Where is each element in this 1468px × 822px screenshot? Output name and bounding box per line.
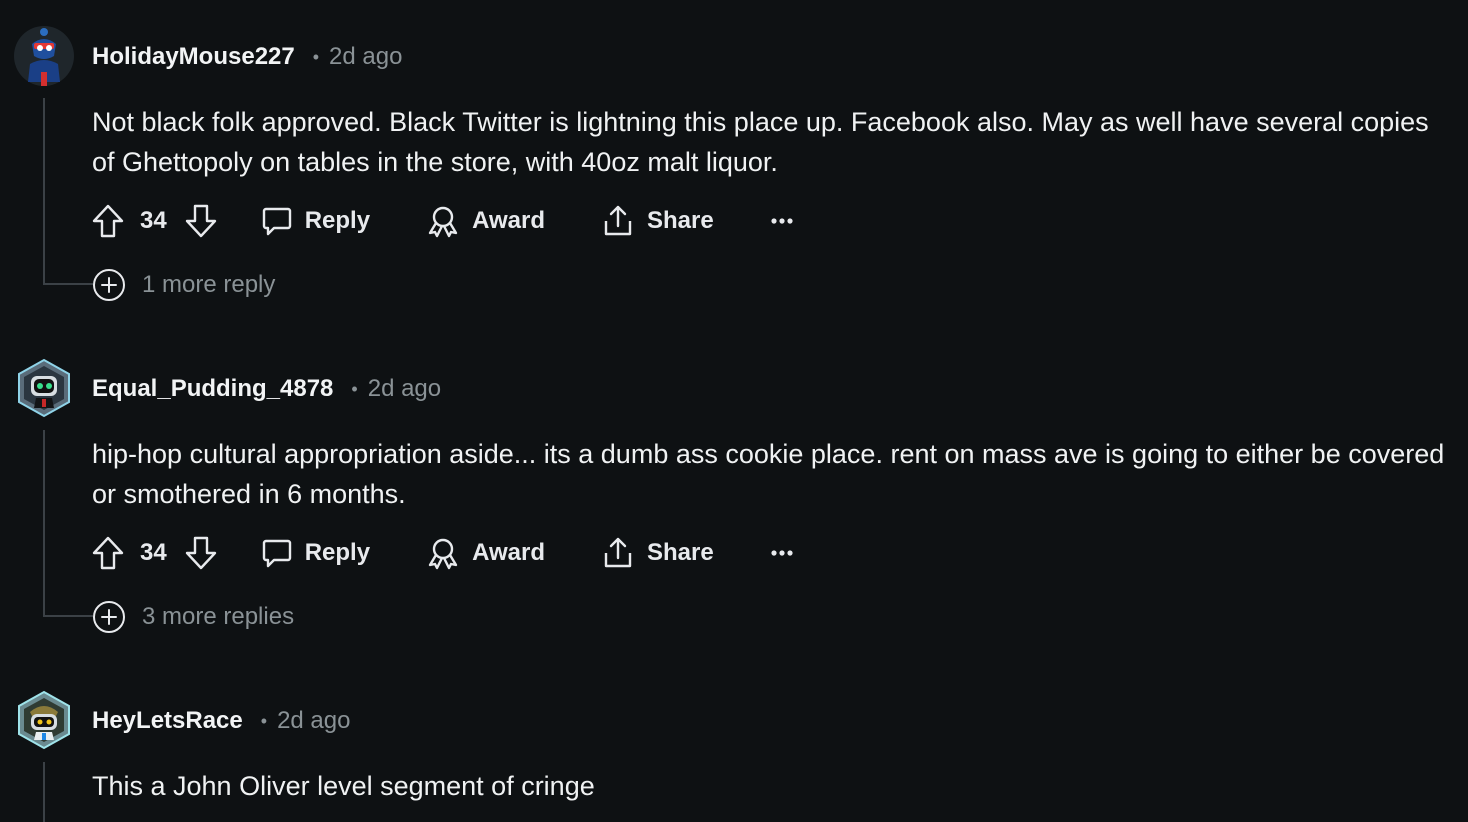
comment-icon bbox=[262, 539, 291, 568]
award-label: Award bbox=[472, 539, 545, 566]
username[interactable]: HeyLetsRace bbox=[92, 707, 243, 735]
vote-count: 34 bbox=[140, 207, 167, 234]
downvote-icon bbox=[185, 536, 216, 570]
more-replies-label: 3 more replies bbox=[142, 603, 295, 630]
more-options-icon bbox=[771, 218, 793, 224]
timestamp[interactable]: 2d ago bbox=[368, 375, 441, 403]
downvote-button[interactable] bbox=[185, 204, 217, 238]
comment-meta: HeyLetsRace • 2d ago bbox=[92, 706, 350, 736]
award-button[interactable]: Award bbox=[426, 204, 545, 238]
meta-separator: • bbox=[312, 46, 320, 67]
reply-label: Reply bbox=[304, 207, 371, 234]
expand-plus-icon bbox=[93, 601, 125, 633]
share-label: Share bbox=[646, 539, 714, 566]
upvote-button[interactable] bbox=[92, 536, 124, 570]
downvote-icon bbox=[185, 204, 216, 238]
share-label: Share bbox=[646, 207, 714, 234]
avatar[interactable] bbox=[14, 358, 74, 418]
timestamp[interactable]: 2d ago bbox=[277, 707, 350, 735]
meta-separator: • bbox=[351, 378, 358, 399]
thread-line[interactable] bbox=[43, 430, 45, 617]
comment-meta: HolidayMouse227 • 2d ago bbox=[92, 42, 402, 72]
thread-line-elbow bbox=[43, 615, 93, 617]
comment-meta: Equal_Pudding_4878 • 2d ago bbox=[92, 374, 441, 404]
award-button[interactable]: Award bbox=[426, 536, 545, 570]
vote-count: 34 bbox=[140, 539, 167, 566]
comment-icon bbox=[262, 207, 291, 236]
meta-separator: • bbox=[260, 710, 268, 731]
reply-button[interactable]: Reply bbox=[261, 537, 370, 569]
comment-body: hip-hop cultural appropriation aside... … bbox=[92, 439, 1445, 509]
username[interactable]: Equal_Pudding_4878 bbox=[92, 375, 333, 403]
more-options-button[interactable] bbox=[770, 217, 794, 225]
comment-actions: 34 Reply Award Share bbox=[92, 201, 794, 241]
avatar[interactable] bbox=[14, 690, 74, 750]
upvote-icon bbox=[92, 204, 124, 238]
upvote-icon bbox=[92, 536, 124, 570]
share-icon bbox=[604, 205, 632, 236]
downvote-button[interactable] bbox=[185, 536, 217, 570]
share-icon bbox=[604, 537, 632, 568]
award-icon bbox=[428, 538, 458, 570]
username[interactable]: HolidayMouse227 bbox=[92, 43, 295, 71]
comment-body: This a John Oliver level segment of crin… bbox=[92, 771, 595, 801]
more-replies-label: 1 more reply bbox=[142, 271, 276, 298]
comment-body: Not black folk approved. Black Twitter i… bbox=[92, 107, 1429, 177]
upvote-button[interactable] bbox=[92, 204, 124, 238]
thread-line[interactable] bbox=[43, 98, 45, 285]
reply-label: Reply bbox=[304, 539, 371, 566]
more-options-button[interactable] bbox=[770, 549, 794, 557]
more-replies-button[interactable]: 3 more replies bbox=[92, 599, 294, 635]
timestamp[interactable]: 2d ago bbox=[329, 43, 402, 71]
more-replies-button[interactable]: 1 more reply bbox=[92, 267, 275, 303]
more-options-icon bbox=[771, 550, 793, 556]
share-button[interactable]: Share bbox=[601, 536, 714, 570]
share-button[interactable]: Share bbox=[601, 204, 714, 238]
thread-line-elbow bbox=[43, 283, 93, 285]
reply-button[interactable]: Reply bbox=[261, 205, 370, 237]
award-icon bbox=[428, 206, 458, 238]
avatar[interactable] bbox=[14, 26, 74, 86]
expand-plus-icon bbox=[93, 269, 125, 301]
award-label: Award bbox=[472, 207, 545, 234]
comment-actions: 34 Reply Award Share bbox=[92, 533, 794, 573]
thread-line[interactable] bbox=[43, 762, 45, 822]
